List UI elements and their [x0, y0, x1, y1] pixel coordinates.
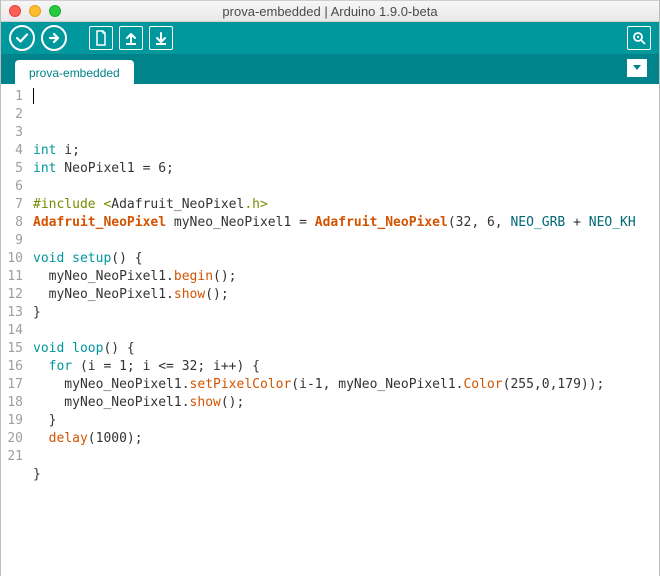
line-number: 4 — [1, 142, 23, 160]
new-button[interactable] — [89, 26, 113, 50]
code-line[interactable]: int NeoPixel1 = 6; — [33, 160, 659, 178]
upload-button[interactable] — [41, 25, 67, 51]
open-button[interactable] — [119, 26, 143, 50]
code-line[interactable]: myNeo_NeoPixel1.setPixelColor(i-1, myNeo… — [33, 376, 659, 394]
code-line[interactable] — [33, 232, 659, 250]
line-number: 21 — [1, 448, 23, 466]
code-line[interactable]: for (i = 1; i <= 32; i++) { — [33, 358, 659, 376]
window-controls — [9, 5, 61, 17]
code-line[interactable]: delay(1000); — [33, 430, 659, 448]
tab-sketch[interactable]: prova-embedded — [15, 60, 134, 85]
line-number: 11 — [1, 268, 23, 286]
line-number: 18 — [1, 394, 23, 412]
line-number: 6 — [1, 178, 23, 196]
line-number: 3 — [1, 124, 23, 142]
code-line[interactable]: } — [33, 304, 659, 322]
line-number: 8 — [1, 214, 23, 232]
tab-menu-button[interactable] — [627, 59, 647, 77]
close-icon[interactable] — [9, 5, 21, 17]
line-number: 12 — [1, 286, 23, 304]
code-line[interactable]: void setup() { — [33, 250, 659, 268]
code-line[interactable]: myNeo_NeoPixel1.show(); — [33, 394, 659, 412]
code-line[interactable]: } — [33, 466, 659, 484]
code-line[interactable]: myNeo_NeoPixel1.begin(); — [33, 268, 659, 286]
line-number: 13 — [1, 304, 23, 322]
line-number: 14 — [1, 322, 23, 340]
code-area[interactable]: int i;int NeoPixel1 = 6; #include <Adafr… — [29, 84, 659, 576]
code-line[interactable] — [33, 178, 659, 196]
tab-label: prova-embedded — [29, 66, 120, 80]
line-number: 7 — [1, 196, 23, 214]
save-button[interactable] — [149, 26, 173, 50]
minimize-icon[interactable] — [29, 5, 41, 17]
window-titlebar: prova-embedded | Arduino 1.9.0-beta — [1, 0, 659, 22]
toolbar — [1, 22, 659, 54]
line-number: 5 — [1, 160, 23, 178]
code-line[interactable]: myNeo_NeoPixel1.show(); — [33, 286, 659, 304]
code-line[interactable]: #include <Adafruit_NeoPixel.h> — [33, 196, 659, 214]
line-number: 15 — [1, 340, 23, 358]
code-line[interactable]: int i; — [33, 142, 659, 160]
serial-monitor-button[interactable] — [627, 26, 651, 50]
line-number: 2 — [1, 106, 23, 124]
line-number: 10 — [1, 250, 23, 268]
code-line[interactable] — [33, 502, 659, 520]
code-line[interactable] — [33, 448, 659, 466]
text-cursor — [33, 88, 34, 104]
code-line[interactable] — [33, 484, 659, 502]
line-number: 19 — [1, 412, 23, 430]
line-number: 1 — [1, 88, 23, 106]
code-editor[interactable]: 123456789101112131415161718192021 int i;… — [1, 84, 659, 576]
code-line[interactable] — [33, 322, 659, 340]
line-number: 17 — [1, 376, 23, 394]
window-title: prova-embedded | Arduino 1.9.0-beta — [1, 4, 659, 19]
line-number: 20 — [1, 430, 23, 448]
code-line[interactable]: void loop() { — [33, 340, 659, 358]
verify-button[interactable] — [9, 25, 35, 51]
tab-bar: prova-embedded — [1, 54, 659, 84]
line-number: 16 — [1, 358, 23, 376]
code-line[interactable]: } — [33, 412, 659, 430]
zoom-icon[interactable] — [49, 5, 61, 17]
line-number: 9 — [1, 232, 23, 250]
line-number-gutter: 123456789101112131415161718192021 — [1, 84, 29, 576]
code-line[interactable]: Adafruit_NeoPixel myNeo_NeoPixel1 = Adaf… — [33, 214, 659, 232]
